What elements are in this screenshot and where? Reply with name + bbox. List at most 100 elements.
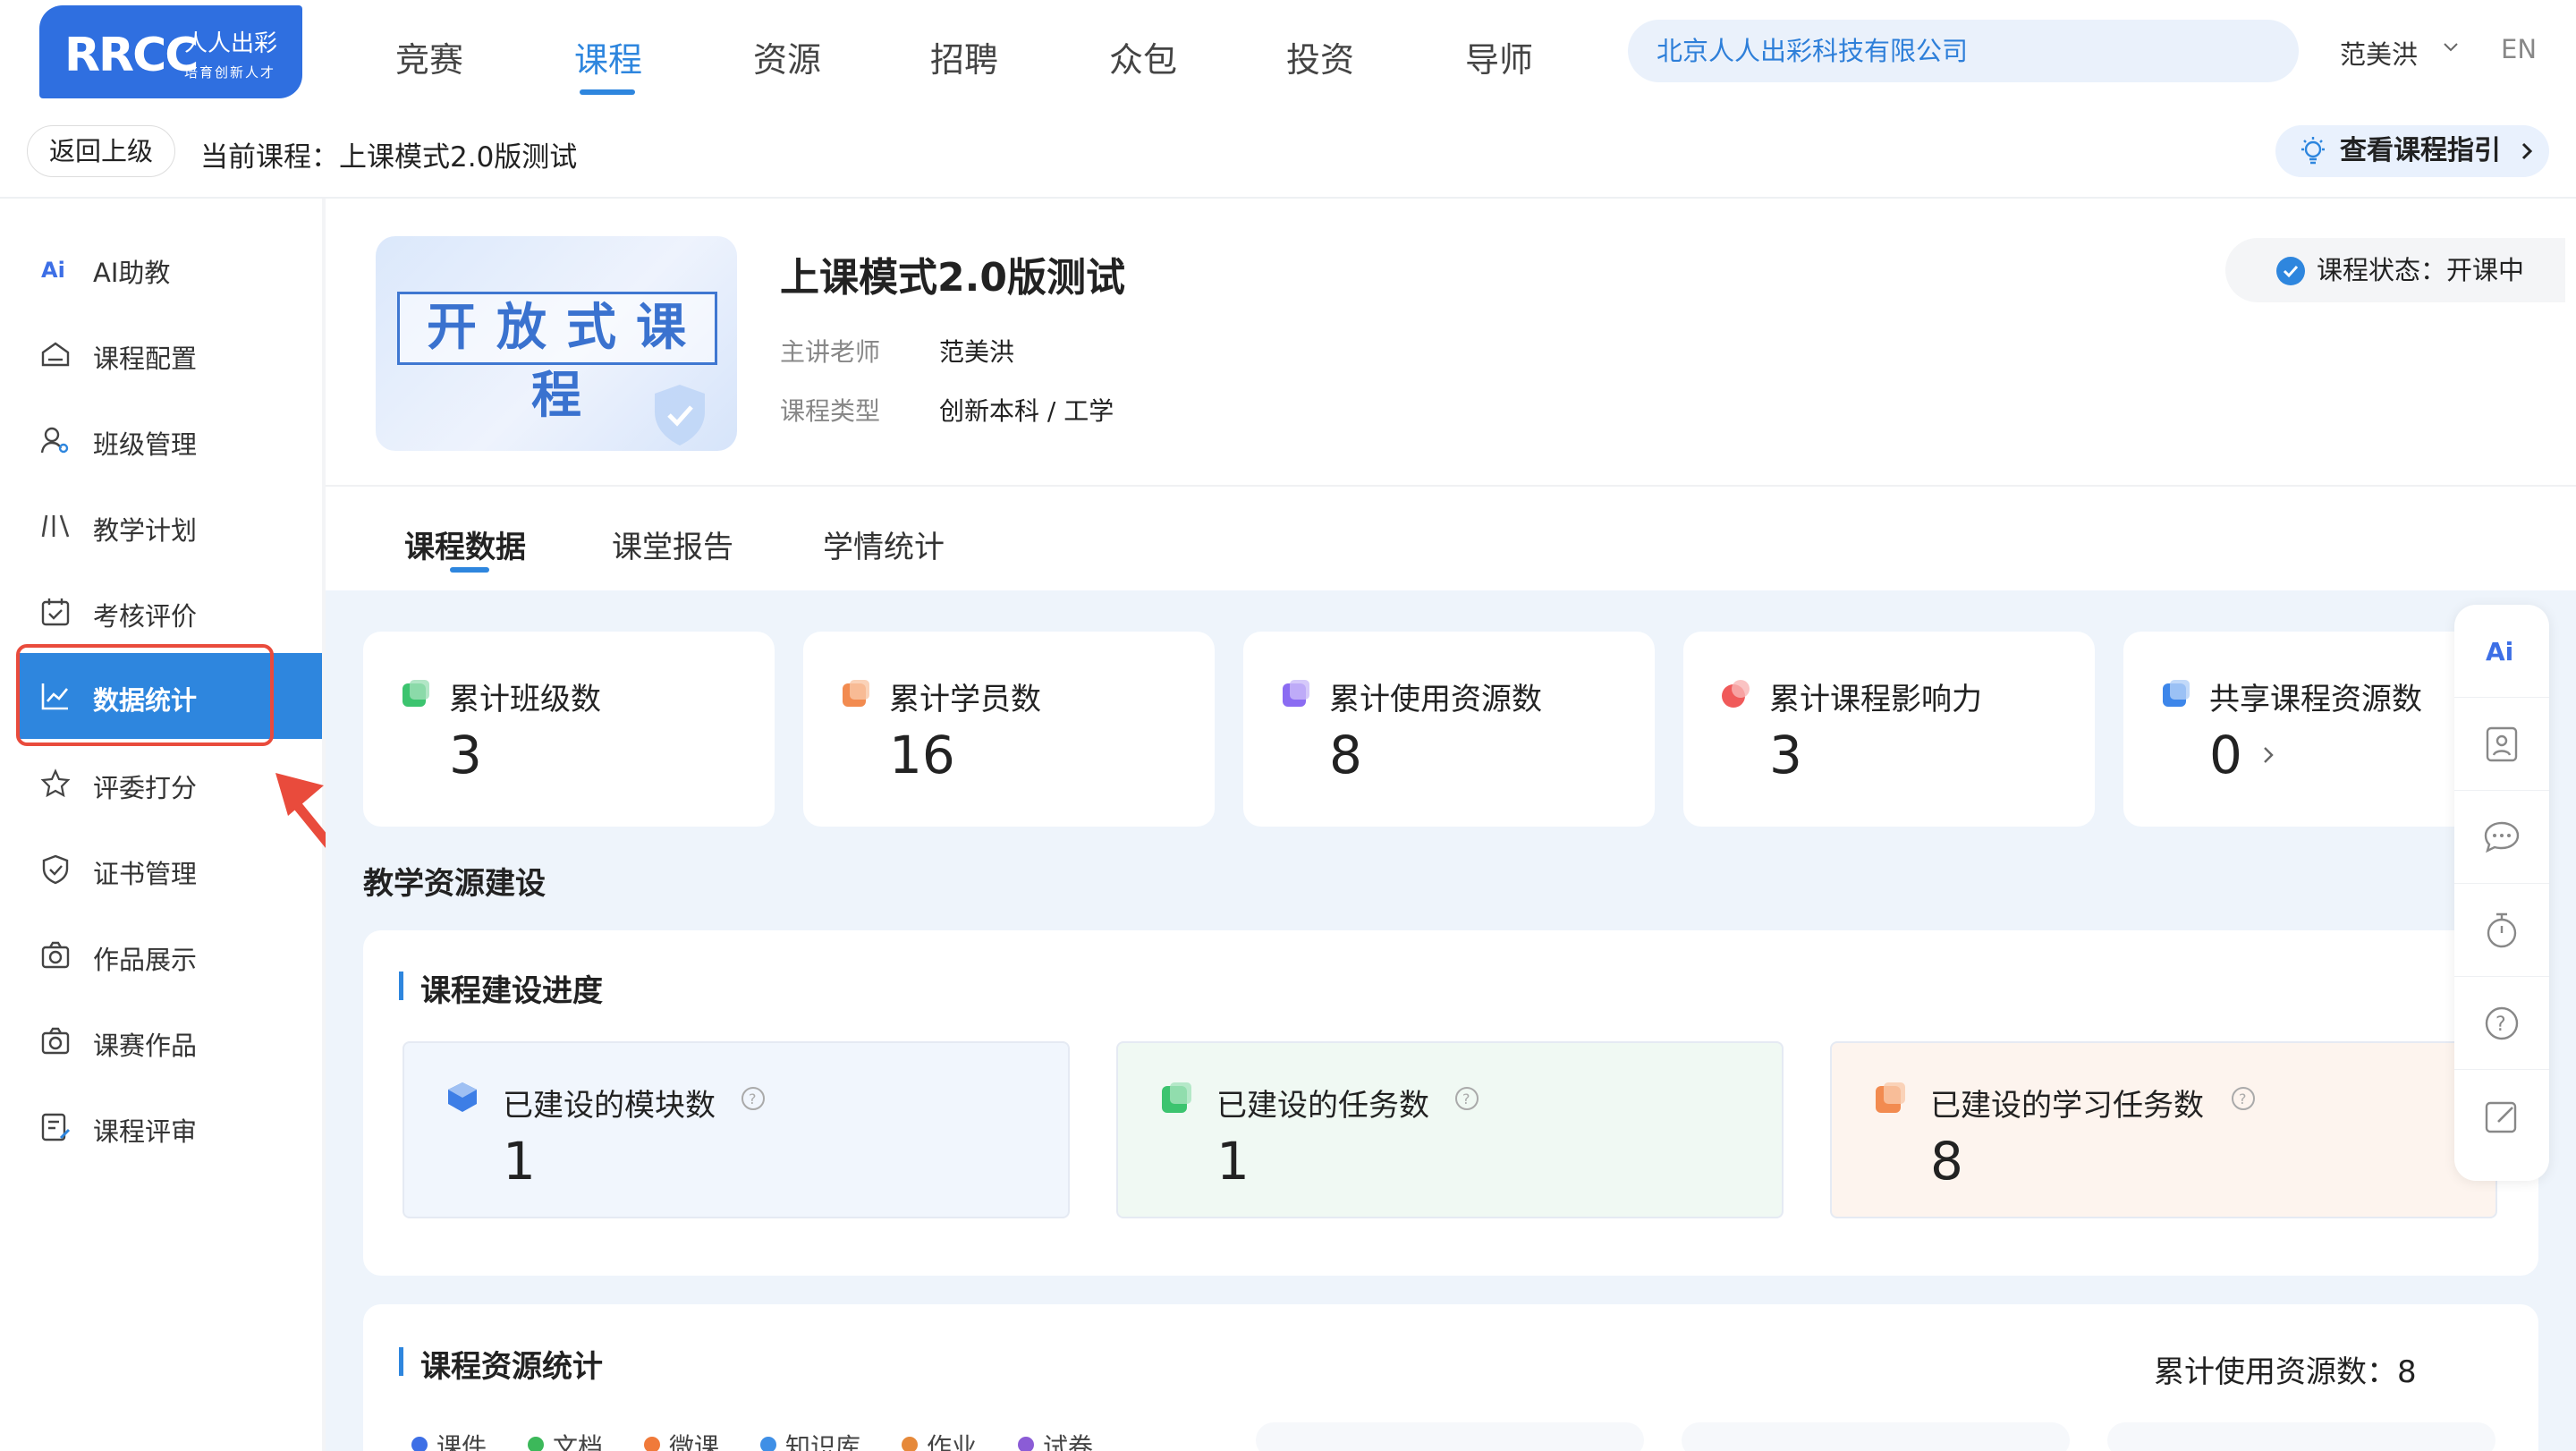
help-icon[interactable]: ? [1454, 1086, 1479, 1111]
stat-value: 16 [889, 725, 955, 785]
toolbar-timer-button[interactable] [2454, 884, 2549, 977]
legend-item[interactable]: 微课 [669, 1428, 719, 1451]
logo-slogan: 培育创新人才 [184, 64, 276, 81]
calendar-check-icon [41, 598, 70, 626]
toolbar-ai-button[interactable]: Ai [2454, 605, 2549, 698]
nav-item-crowdsource[interactable]: 众包 [1109, 32, 1177, 81]
sidebar-item-ai-assistant[interactable]: Ai AI助教 [0, 225, 322, 311]
toolbar-chat-button[interactable] [2454, 791, 2549, 884]
sidebar-item-teaching-plan[interactable]: 教学计划 [0, 483, 322, 569]
stat-card-shared[interactable]: 共享课程资源数 0 [2123, 632, 2499, 827]
back-button[interactable]: 返回上级 [27, 125, 175, 177]
chevron-right-icon[interactable] [2258, 744, 2279, 766]
stat-label: 累计课程影响力 [1769, 682, 1982, 717]
toolbar-help-button[interactable]: ? [2454, 977, 2549, 1070]
sidebar-item-label: 考核评价 [93, 601, 198, 632]
chat-icon [2484, 821, 2520, 853]
nav-item-invest[interactable]: 投资 [1286, 32, 1354, 81]
sidebar-item-assessment[interactable]: 考核评价 [0, 569, 322, 655]
legend-item[interactable]: 作业 [927, 1428, 977, 1451]
progress-card-modules: 已建设的模块数 ? 1 [402, 1041, 1070, 1218]
stat-label: 累计使用资源数 [1329, 682, 1542, 717]
resource-panel-title: 课程资源统计 [399, 1342, 603, 1386]
teacher-name: 范美洪 [939, 337, 1015, 367]
chevron-down-icon[interactable] [2442, 38, 2460, 55]
review-icon [41, 1113, 71, 1141]
tab-learning-stats[interactable]: 学情统计 [823, 522, 945, 566]
user-name[interactable]: 范美洪 [2340, 34, 2418, 72]
language-switch[interactable]: EN [2501, 34, 2537, 64]
edit-icon [2485, 1101, 2517, 1133]
svg-text:?: ? [2496, 1014, 2506, 1036]
stat-card-influence: 累计课程影响力 3 [1683, 632, 2095, 827]
resource-count-icon [1283, 680, 1309, 707]
right-toolbar: Ai ? [2454, 605, 2549, 1181]
student-count-icon [843, 680, 869, 707]
legend-item[interactable]: 试卷 [1043, 1428, 1093, 1451]
shield-check-icon [42, 854, 69, 885]
class-count-icon [402, 680, 429, 707]
course-guide-label: 查看课程指引 [2340, 135, 2501, 166]
cover-title: 开放式课程 [397, 292, 717, 425]
highlight-annotation-box [16, 644, 274, 746]
sidebar-item-label: AI助教 [93, 258, 171, 288]
course-guide-button[interactable]: 查看课程指引 [2275, 125, 2549, 177]
legend-item[interactable]: 课件 [436, 1428, 487, 1451]
sidebar-item-label: 课程配置 [93, 344, 198, 374]
progress-card-value: 8 [1930, 1131, 1963, 1192]
legend-item[interactable]: 知识库 [785, 1428, 860, 1451]
class-icon [40, 427, 69, 454]
camera-icon [41, 1027, 70, 1055]
progress-card-label: 已建设的学习任务数 [1930, 1088, 2204, 1124]
toolbar-profile-button[interactable] [2454, 698, 2549, 791]
nav-item-course[interactable]: 课程 [574, 32, 642, 81]
section-title: 教学资源建设 [363, 866, 546, 902]
stat-card-classes: 累计班级数 3 [363, 632, 775, 827]
sidebar-item-course-review[interactable]: 课程评审 [0, 1084, 322, 1170]
help-icon: ? [2485, 1006, 2519, 1040]
svg-text:?: ? [1462, 1090, 1470, 1107]
nav-item-competition[interactable]: 竞赛 [395, 32, 463, 81]
course-title: 上课模式2.0版测试 [780, 255, 1125, 301]
svg-text:?: ? [2239, 1090, 2247, 1107]
course-type: 创新本科 / 工学 [939, 396, 1114, 426]
help-icon[interactable]: ? [2231, 1086, 2256, 1111]
stat-label: 累计班级数 [449, 682, 601, 717]
sidebar-item-works-show[interactable]: 作品展示 [0, 912, 322, 998]
nav-item-resource[interactable]: 资源 [753, 32, 821, 81]
toolbar-edit-button[interactable] [2454, 1070, 2549, 1163]
nav-item-mentor[interactable]: 导师 [1465, 32, 1533, 81]
resource-total: 累计使用资源数：8 [2154, 1354, 2417, 1390]
legend-dot [644, 1437, 660, 1451]
task-icon [1162, 1082, 1191, 1113]
config-icon [41, 342, 70, 367]
nav-item-recruit[interactable]: 招聘 [930, 32, 998, 81]
progress-card-label: 已建设的模块数 [503, 1088, 716, 1124]
stat-value: 8 [1329, 725, 1362, 785]
legend-dot [902, 1437, 918, 1451]
resource-card-placeholder [2107, 1422, 2496, 1451]
tab-course-data[interactable]: 课程数据 [404, 522, 526, 566]
course-header: 开放式课程 上课模式2.0版测试 主讲老师 范美洪 课程类型 创新本科 / 工学… [326, 199, 2576, 590]
sidebar-item-label: 班级管理 [93, 429, 198, 460]
progress-card-label: 已建设的任务数 [1216, 1088, 1429, 1124]
timer-icon [2487, 912, 2517, 948]
tab-class-report[interactable]: 课堂报告 [612, 522, 733, 566]
legend-item[interactable]: 文档 [553, 1428, 603, 1451]
sidebar-item-competition-works[interactable]: 课赛作品 [0, 998, 322, 1084]
sidebar-item-class-manage[interactable]: 班级管理 [0, 397, 322, 483]
org-switcher[interactable]: 北京人人出彩科技有限公司 [1628, 20, 2299, 82]
brand-logo[interactable]: RRCC 人人出彩 培育创新人才 [39, 5, 302, 98]
chevron-right-icon [2521, 142, 2533, 160]
stat-label: 累计学员数 [889, 682, 1041, 717]
help-icon[interactable]: ? [741, 1086, 766, 1111]
module-icon [448, 1082, 477, 1112]
sidebar-item-label: 课赛作品 [93, 1031, 198, 1061]
sidebar-item-course-config[interactable]: 课程配置 [0, 311, 322, 397]
stat-value: 3 [1769, 725, 1802, 785]
lightbulb-icon [2301, 137, 2325, 165]
logo-cn: 人人出彩 [184, 30, 278, 57]
legend-dot [760, 1437, 776, 1451]
svg-text:Ai: Ai [2486, 637, 2513, 666]
legend-dot [1018, 1437, 1034, 1451]
